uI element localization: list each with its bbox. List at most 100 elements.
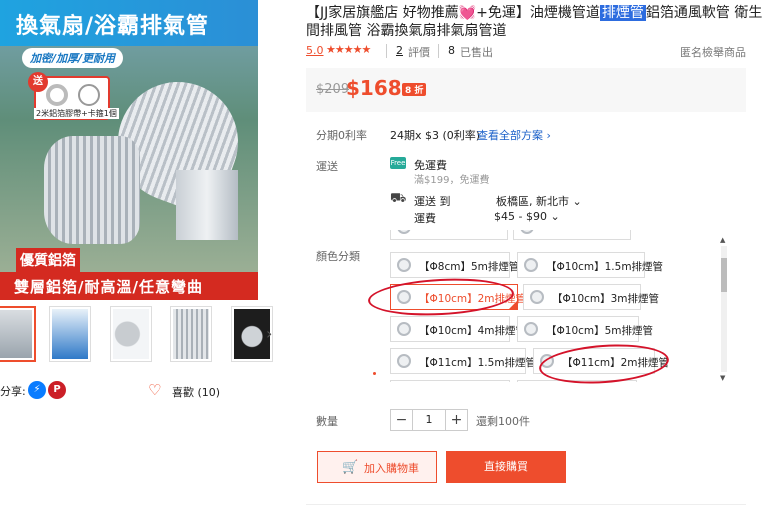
variation-option[interactable]: 【Φ10cm】5m排煙管 (517, 316, 653, 342)
shipping-fee-dropdown[interactable]: $45 - $90 ⌄ (494, 210, 560, 223)
messenger-icon[interactable]: ⚡ (28, 381, 46, 399)
heart-icon[interactable]: ♡ (148, 381, 161, 399)
variation-option-label: 【Φ11cm】1.5m排煙管 (419, 357, 537, 369)
variation-option-label: 【Φ11cm】2m排煙管 (562, 357, 670, 369)
installment-plans-link[interactable]: 查看全部方案 › (477, 127, 551, 143)
shipping-fee-label: 運費 (414, 212, 436, 225)
duct-thumb-icon (397, 258, 411, 272)
add-to-cart-label: 加入購物車 (364, 463, 419, 475)
sale-price: $168 (346, 76, 402, 100)
quantity-label: 數量 (316, 415, 338, 428)
clamp-icon (78, 84, 100, 106)
variation-option-partial[interactable] (517, 380, 637, 382)
scroll-thumb[interactable] (721, 258, 727, 292)
variation-option[interactable]: 【Φ8cm】5m排煙管 (390, 252, 519, 278)
thumb-3[interactable] (110, 306, 152, 362)
variation-option[interactable]: 【Φ11cm】1.5m排煙管 (390, 348, 536, 374)
duct-thumb-icon (524, 258, 538, 272)
duct-thumb-icon (520, 230, 534, 234)
quantity-input[interactable]: 1 (413, 413, 445, 426)
variation-option-label: 【Φ8cm】5m排煙管 (419, 261, 520, 273)
variation-option-label: 【Φ10cm】5m排煙管 (546, 325, 654, 337)
buy-now-button[interactable]: 直接購買 (446, 451, 566, 483)
divider (438, 44, 439, 58)
variation-option-label: 【Φ10cm】1.5m排煙管 (546, 261, 664, 273)
title-highlight: 排煙管 (599, 5, 646, 21)
hero-bottom-text: 雙層鋁箔/耐高溫/任意彎曲 (14, 278, 203, 296)
sold-label: 已售出 (460, 46, 493, 59)
thumb-1[interactable] (0, 306, 36, 362)
variation-option-partial[interactable] (390, 230, 508, 240)
scroll-up-icon[interactable]: ▲ (720, 236, 725, 244)
rating-row: 5.0 ★★★★★ 2 評價 8 已售出 匿名檢舉商品 (306, 43, 746, 60)
share-row: 分享: ⚡ P ♡ 喜歡 (10) (0, 381, 260, 401)
quantity-stepper: − 1 + (390, 409, 468, 431)
hero-title: 換氣扇/浴霸排氣管 (16, 14, 210, 39)
sold-count: 8 (448, 44, 455, 57)
original-price: $209 (316, 82, 350, 97)
reviews-count[interactable]: 2 (396, 44, 403, 57)
installment-label: 分期0利率 (316, 129, 367, 142)
divider (386, 44, 387, 58)
variation-option-partial[interactable] (390, 380, 510, 382)
likes-count: 喜歡 (10) (172, 386, 221, 399)
variation-option[interactable]: 【Φ11cm】2m排煙管 (533, 348, 669, 374)
installment-value: 24期x $3 (0利率) (390, 129, 481, 142)
share-label: 分享: (0, 385, 26, 398)
variation-scrollbar[interactable]: ▲ ▼ (718, 236, 730, 382)
minus-icon[interactable]: − (391, 410, 413, 430)
tape-roll-icon (46, 84, 68, 106)
duct-image (44, 136, 140, 244)
thumb-2[interactable] (49, 306, 91, 362)
truck-icon: ⛟ (390, 191, 407, 206)
add-to-cart-button[interactable]: 🛒 加入購物車 (317, 451, 437, 483)
discount-badge: 8 折 (402, 83, 427, 96)
shipping-label: 運送 (316, 160, 338, 173)
duct-thumb-icon (397, 230, 411, 234)
duct-thumb-icon (530, 290, 544, 304)
variation-list[interactable]: 【Φ8cm】5m排煙管 【Φ10cm】1.5m排煙管 【Φ10cm】2m排煙管 … (385, 230, 731, 382)
hero-badge: 優質鋁箔 (16, 248, 80, 272)
duct-thumb-icon (524, 322, 538, 336)
stock-remaining: 還剩100件 (476, 415, 530, 428)
reviews-label: 評價 (408, 46, 430, 59)
thumb-4[interactable] (170, 306, 212, 362)
variation-option-label: 【Φ10cm】4m排煙管 (419, 325, 527, 337)
title-mid: +免運】油煙機管道 (476, 5, 600, 21)
duct-image (176, 170, 238, 240)
gift-caption: 2米鋁箔膠帶+卡箍1個 (34, 108, 119, 119)
report-link[interactable]: 匿名檢舉商品 (680, 44, 746, 60)
variation-option-selected[interactable]: 【Φ10cm】2m排煙管 (390, 284, 526, 310)
scroll-down-icon[interactable]: ▼ (720, 374, 725, 382)
divider (306, 504, 746, 505)
product-main-image[interactable]: 換氣扇/浴霸排氣管 加密/加厚/更耐用 送 2米鋁箔膠帶+卡箍1個 優質鋁箔 雙… (0, 0, 258, 300)
duct-thumb-icon (540, 354, 554, 368)
pinterest-icon[interactable]: P (48, 381, 66, 399)
product-title: 【JJ家居旗艦店 好物推薦💓+免運】油煙機管道 排煙管 鋁箔通風軟管 衛生間排風管 … (306, 4, 772, 40)
ship-location-dropdown[interactable]: 板橋區, 新北市 ⌄ (496, 193, 582, 209)
variation-option-partial[interactable] (513, 230, 631, 240)
variation-option[interactable]: 【Φ10cm】4m排煙管 (390, 316, 526, 342)
free-shipping-icon: Free (390, 157, 406, 169)
duct-thumb-icon (397, 322, 411, 336)
variation-option[interactable]: 【Φ10cm】3m排煙管 (523, 284, 659, 310)
ship-to-label: 運送 到 (414, 195, 451, 208)
rating-score[interactable]: 5.0 (306, 44, 324, 57)
chevron-right-icon[interactable]: › (266, 324, 272, 343)
cart-icon: 🛒 (342, 459, 359, 474)
hero-pill: 加密/加厚/更耐用 (22, 48, 124, 68)
indicator-dot (373, 372, 376, 375)
selected-check-icon (509, 301, 517, 309)
duct-thumb-icon (397, 354, 411, 368)
gift-mark: 送 (28, 72, 48, 92)
price-box: $209 $168 8 折 (306, 68, 746, 112)
variation-label: 顏色分類 (316, 250, 360, 263)
plus-icon[interactable]: + (445, 410, 467, 430)
free-shipping-condition: 滿$199，免運費 (414, 175, 490, 186)
heart-emoji-icon: 💓 (458, 5, 477, 21)
thumbnail-strip: › (0, 306, 290, 364)
variation-option-label: 【Φ10cm】3m排煙管 (552, 293, 660, 305)
duct-thumb-icon (397, 290, 411, 304)
variation-option[interactable]: 【Φ10cm】1.5m排煙管 (517, 252, 663, 278)
star-rating-icon: ★★★★★ (326, 43, 371, 56)
